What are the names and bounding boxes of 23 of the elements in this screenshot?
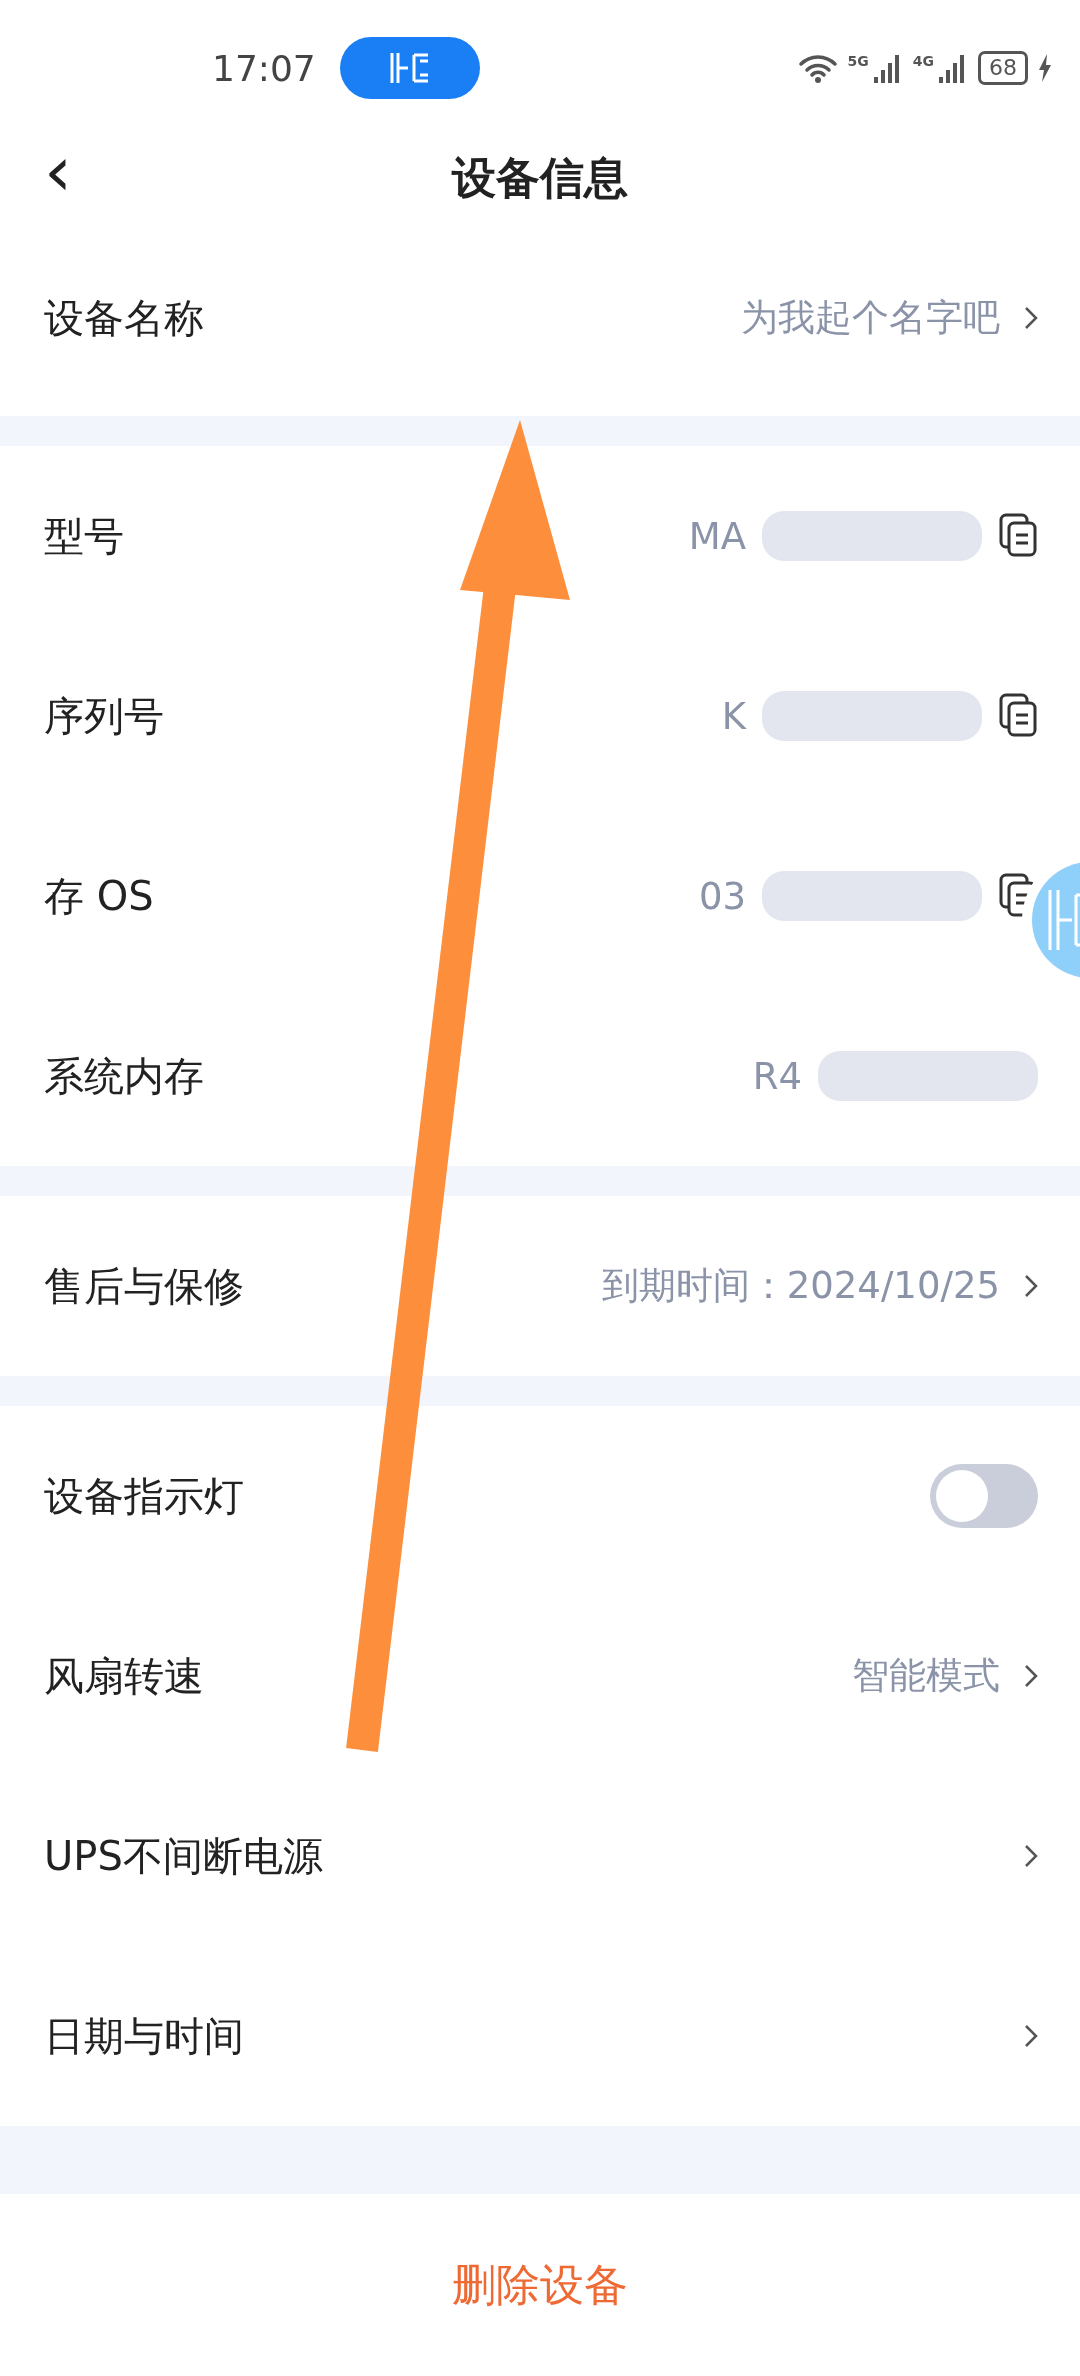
row-label: UPS不间断电源 [44, 1831, 323, 1881]
row-label: 设备指示灯 [44, 1471, 244, 1521]
page-title: 设备信息 [452, 150, 628, 205]
row-label: 售后与保修 [44, 1261, 244, 1311]
row-label: 型号 [44, 511, 124, 561]
status-time: 17:07 [212, 47, 316, 89]
battery-level: 68 [978, 51, 1028, 85]
row-value: MA [688, 514, 746, 558]
row-value: 到期时间：2024/10/25 [601, 1263, 1000, 1309]
row-label: 日期与时间 [44, 2011, 244, 2061]
back-button[interactable]: ‹ [44, 136, 72, 206]
row-label: 存 OS [44, 871, 154, 921]
row-value: 03 [698, 874, 746, 918]
row-label: 序列号 [44, 691, 164, 741]
network-type: 4G [912, 53, 934, 69]
row-value: 为我起个名字吧 [741, 295, 1000, 341]
row-label: 风扇转速 [44, 1651, 204, 1701]
row-value: 智能模式 [852, 1653, 1000, 1699]
row-label: 设备名称 [44, 293, 204, 343]
row-value: R4 [752, 1054, 802, 1098]
row-label: 系统内存 [44, 1051, 204, 1101]
network-type: 5G [847, 53, 869, 69]
row-value: K [721, 694, 746, 738]
